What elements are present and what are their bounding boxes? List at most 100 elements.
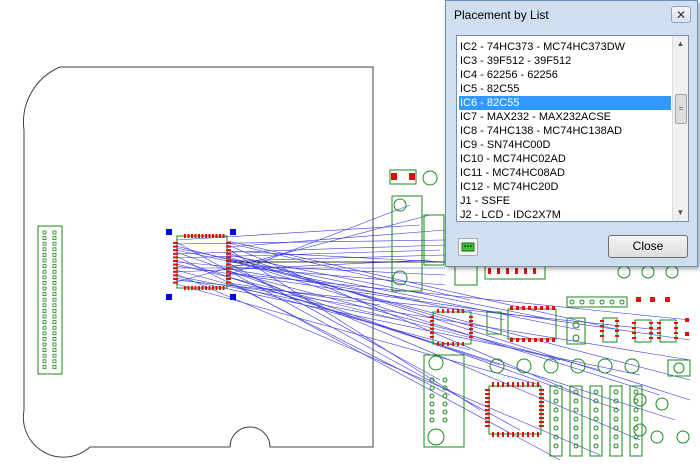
list-item[interactable]: J2 - LCD - IDC2X7M [460,208,561,221]
component-outline [667,359,691,377]
component-pad [615,335,619,337]
ic-pad [184,234,186,238]
component-circle [613,416,619,422]
connector-pin [42,264,47,269]
scroll-up-icon[interactable]: ▲ [673,36,688,52]
list-item[interactable]: IC10 - MC74HC02AD [460,152,566,166]
component-pad [430,320,434,322]
component-circle [593,434,599,440]
component-circle [593,407,599,413]
connector-pin [42,252,47,257]
component-pad [524,268,527,274]
component-pad [512,382,514,387]
selection-handle[interactable] [230,229,236,235]
scroll-down-icon[interactable]: ▼ [673,205,688,221]
list-item[interactable]: IC2 - 74HC373 - MC74HC373DW [460,40,625,54]
component-pad [632,327,636,329]
list-item[interactable]: IC12 - MC74HC20D [460,180,558,194]
component-circle [553,398,559,404]
ic-pad [173,270,178,273]
list-item[interactable]: IC9 - SN74HC00D [460,138,550,152]
component-circle [617,265,631,279]
dialog-titlebar[interactable]: Placement by List ✕ [446,1,697,29]
component-pad [537,382,539,387]
component-pad [650,297,655,302]
component-pad [522,338,525,342]
component-pad [469,332,473,334]
list-item[interactable]: IC11 - MC74HC08AD [460,166,565,180]
component-pad [649,322,653,324]
scroll-thumb[interactable] [675,94,687,124]
component-pad [537,432,539,437]
component-pad [532,382,534,387]
connector-pin [52,342,57,347]
component-circle [572,321,580,329]
component-pad [665,297,670,302]
component-circle [613,443,619,449]
component-pad [409,173,415,180]
component-pad [485,393,490,395]
connector-pin [42,320,47,325]
list-scrollbar[interactable]: ▲ ▼ [672,36,688,221]
connector-pin [52,258,57,263]
ic-pad [205,286,207,290]
selection-handle[interactable] [230,294,236,300]
list-item[interactable]: IC6 - 82C55 [459,96,671,110]
component-circle [613,425,619,431]
component-pad [497,268,500,274]
component-pad [534,306,537,310]
ic-pad [194,286,197,290]
list-item[interactable]: IC7 - MAX232 - MAX232ACSE [460,110,611,124]
component-outline [486,311,502,335]
ic-pad [201,286,204,290]
component-pad [674,337,678,339]
component-pad [502,432,504,437]
ic-pad [226,274,231,277]
list-item[interactable]: IC5 - 82C55 [460,82,519,96]
connector-pin [42,236,47,241]
component-outline [454,264,478,286]
component-circle [442,393,448,399]
list-item[interactable]: IC3 - 39F512 - 39F512 [460,54,571,68]
component-pad [430,328,434,330]
component-circle [633,389,639,395]
connector-pin [42,348,47,353]
component-circle [593,425,599,431]
ic-pad [173,281,178,284]
connector-footprint[interactable] [37,225,63,375]
component-pad [600,325,604,327]
list-item[interactable]: IC4 - 62256 - 62256 [460,68,558,82]
ic-pad [226,263,231,266]
selection-handle[interactable] [166,229,172,235]
list-item[interactable]: IC8 - 74HC138 - MC74HC138AD [460,124,622,138]
close-button[interactable]: Close [608,235,688,258]
connector-pin [52,252,57,257]
component-pad [485,413,490,415]
component-list[interactable]: IC2 - 74HC373 - MC74HC373DW IC3 - 39F512 … [456,35,689,222]
selection-handle[interactable] [166,294,172,300]
component-pad [615,330,619,332]
ratsnest-line [175,269,471,351]
component-pad [452,342,454,346]
component-circle [422,170,438,186]
component-pad [649,327,653,329]
component-pad [469,316,473,318]
ic-pad [212,286,214,290]
ic-pad [219,286,221,290]
component-circle [609,299,615,305]
connector-pin [52,280,57,285]
close-icon[interactable]: ✕ [671,6,691,23]
selected-ic-footprint[interactable] [166,229,236,300]
connector-pin [42,325,47,330]
component-pad [539,397,544,399]
component-pad [528,306,531,310]
component-pad [485,421,490,423]
list-item[interactable]: J1 - SSFE [460,194,510,208]
component-pad [522,432,524,437]
ic-pad [184,286,186,290]
component-pad [517,382,519,387]
component-pad [447,309,449,313]
footprint-button[interactable] [458,238,478,256]
component-outline [566,296,628,308]
component-circle [573,434,579,440]
